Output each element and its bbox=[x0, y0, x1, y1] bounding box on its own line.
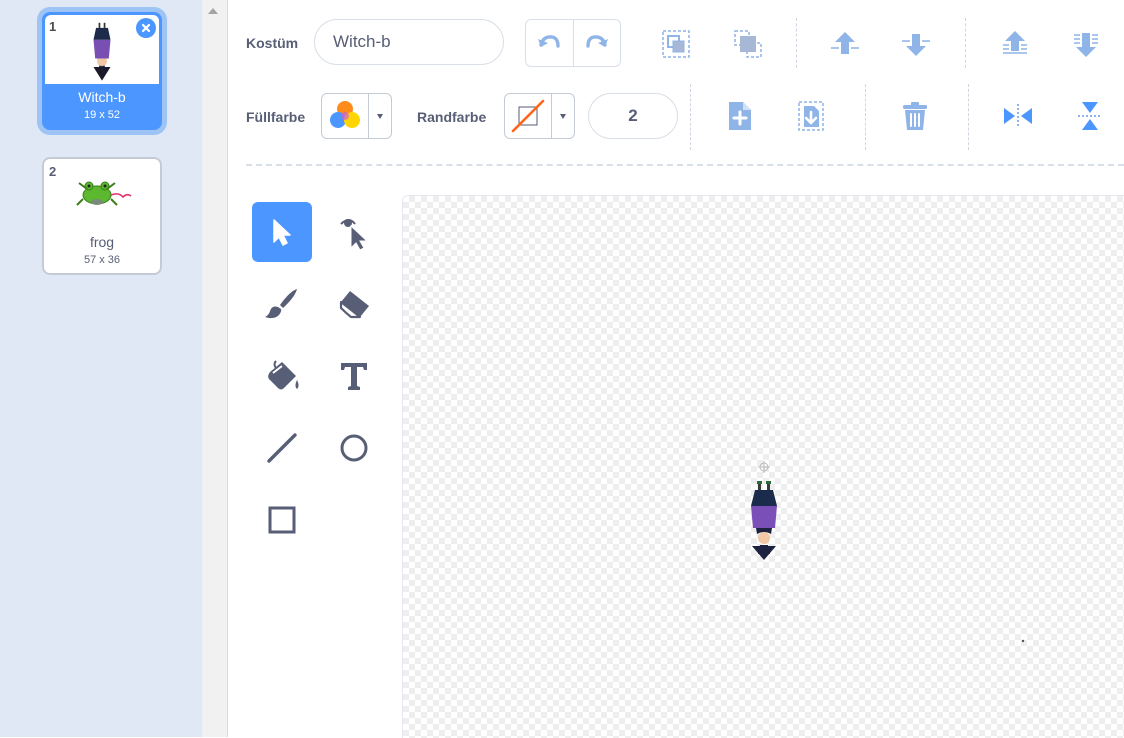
delete-button[interactable] bbox=[895, 96, 935, 136]
redo-button[interactable] bbox=[574, 20, 621, 66]
delete-costume-button[interactable] bbox=[136, 18, 156, 38]
ungroup-icon bbox=[734, 30, 762, 58]
copy-icon bbox=[729, 102, 751, 130]
brush-tool[interactable] bbox=[252, 274, 312, 334]
arrow-cursor-icon bbox=[273, 219, 291, 246]
ungroup-button[interactable] bbox=[728, 24, 768, 64]
outline-color-label: Randfarbe bbox=[417, 109, 487, 125]
undo-button[interactable] bbox=[526, 20, 574, 66]
eraser-tool[interactable] bbox=[324, 274, 384, 334]
backward-button[interactable] bbox=[896, 24, 936, 64]
line-tool[interactable] bbox=[252, 418, 312, 478]
costume-number: 1 bbox=[49, 19, 57, 34]
toolbar-separator bbox=[965, 18, 966, 68]
paste-icon bbox=[798, 101, 824, 131]
witch-sprite[interactable] bbox=[751, 481, 777, 560]
forward-button[interactable] bbox=[825, 24, 865, 64]
scroll-up-arrow-icon[interactable] bbox=[208, 8, 218, 14]
fill-tool[interactable] bbox=[252, 346, 312, 406]
color-circles-icon bbox=[330, 101, 360, 128]
forward-icon bbox=[831, 32, 859, 54]
group-icon bbox=[662, 30, 690, 58]
costume-name: frog bbox=[89, 234, 115, 250]
text-tool[interactable] bbox=[324, 346, 384, 406]
paste-button[interactable] bbox=[791, 96, 831, 136]
back-button[interactable] bbox=[1066, 24, 1106, 64]
paint-editor: Kostüm Witch-b Füllfarbe Randfarbe 2 bbox=[228, 0, 1124, 738]
flip-horizontal-icon bbox=[1004, 104, 1032, 128]
paint-bucket-icon bbox=[268, 360, 299, 390]
close-icon bbox=[141, 23, 151, 33]
outline-width-input[interactable] bbox=[588, 93, 678, 139]
toolbar-separator bbox=[968, 84, 969, 150]
toolbar-divider bbox=[246, 164, 1124, 166]
costume-list-scrollbar[interactable] bbox=[202, 0, 228, 737]
undo-icon bbox=[538, 35, 560, 48]
costume-name-input[interactable] bbox=[314, 19, 504, 65]
no-outline-icon bbox=[511, 99, 545, 133]
group-button[interactable] bbox=[656, 24, 696, 64]
costume-size: 19 x 52 bbox=[83, 109, 121, 121]
toolbar-separator bbox=[690, 84, 691, 150]
copy-button[interactable] bbox=[720, 96, 760, 136]
front-icon bbox=[1003, 31, 1027, 54]
fill-color-swatch bbox=[322, 94, 369, 138]
front-button[interactable] bbox=[995, 24, 1035, 64]
circle-icon bbox=[340, 434, 368, 462]
rectangle-tool[interactable] bbox=[252, 490, 312, 550]
fill-dropdown-caret[interactable] bbox=[369, 94, 391, 138]
rectangle-icon bbox=[268, 506, 296, 534]
costume-tile-witch-b[interactable]: 1 Witch-b 19 x 52 bbox=[42, 12, 162, 130]
eraser-icon bbox=[339, 291, 369, 319]
outline-color-swatch bbox=[505, 94, 552, 138]
text-t-icon bbox=[341, 363, 367, 390]
fill-color-picker[interactable] bbox=[321, 93, 392, 139]
redo-icon bbox=[586, 35, 608, 48]
costume-name: Witch-b bbox=[78, 89, 126, 105]
backward-icon bbox=[902, 34, 930, 56]
line-icon bbox=[267, 433, 297, 463]
caret-down-icon bbox=[377, 113, 383, 119]
flip-vertical-button[interactable] bbox=[1070, 96, 1110, 136]
flip-vertical-icon bbox=[1078, 102, 1102, 130]
brush-icon bbox=[265, 289, 297, 319]
caret-down-icon bbox=[560, 113, 566, 119]
undo-redo-group bbox=[525, 19, 621, 67]
flip-horizontal-button[interactable] bbox=[998, 96, 1038, 136]
canvas-artwork bbox=[751, 461, 1025, 643]
outline-dropdown-caret[interactable] bbox=[552, 94, 574, 138]
canvas-dot bbox=[1021, 639, 1025, 643]
select-tool[interactable] bbox=[252, 202, 312, 262]
outline-color-picker[interactable] bbox=[504, 93, 575, 139]
circle-tool[interactable] bbox=[324, 418, 384, 478]
costume-size: 57 x 36 bbox=[83, 254, 121, 266]
reshape-tool[interactable] bbox=[324, 202, 384, 262]
reshape-icon bbox=[340, 219, 369, 250]
toolbar-separator bbox=[796, 18, 797, 68]
trash-icon bbox=[903, 102, 927, 130]
costume-tile-frog[interactable]: 2 frog 57 x 36 bbox=[42, 157, 162, 275]
toolbar-separator bbox=[865, 84, 866, 150]
costume-thumbnail bbox=[45, 160, 159, 229]
paint-canvas[interactable] bbox=[402, 195, 1124, 738]
fill-color-label: Füllfarbe bbox=[246, 109, 306, 125]
costume-list: 1 Witch-b 19 x 52 2 frog 57 x 36 bbox=[0, 0, 202, 737]
back-icon bbox=[1074, 33, 1098, 57]
costume-label: Kostüm bbox=[246, 35, 299, 51]
rotation-center-icon bbox=[758, 461, 770, 473]
